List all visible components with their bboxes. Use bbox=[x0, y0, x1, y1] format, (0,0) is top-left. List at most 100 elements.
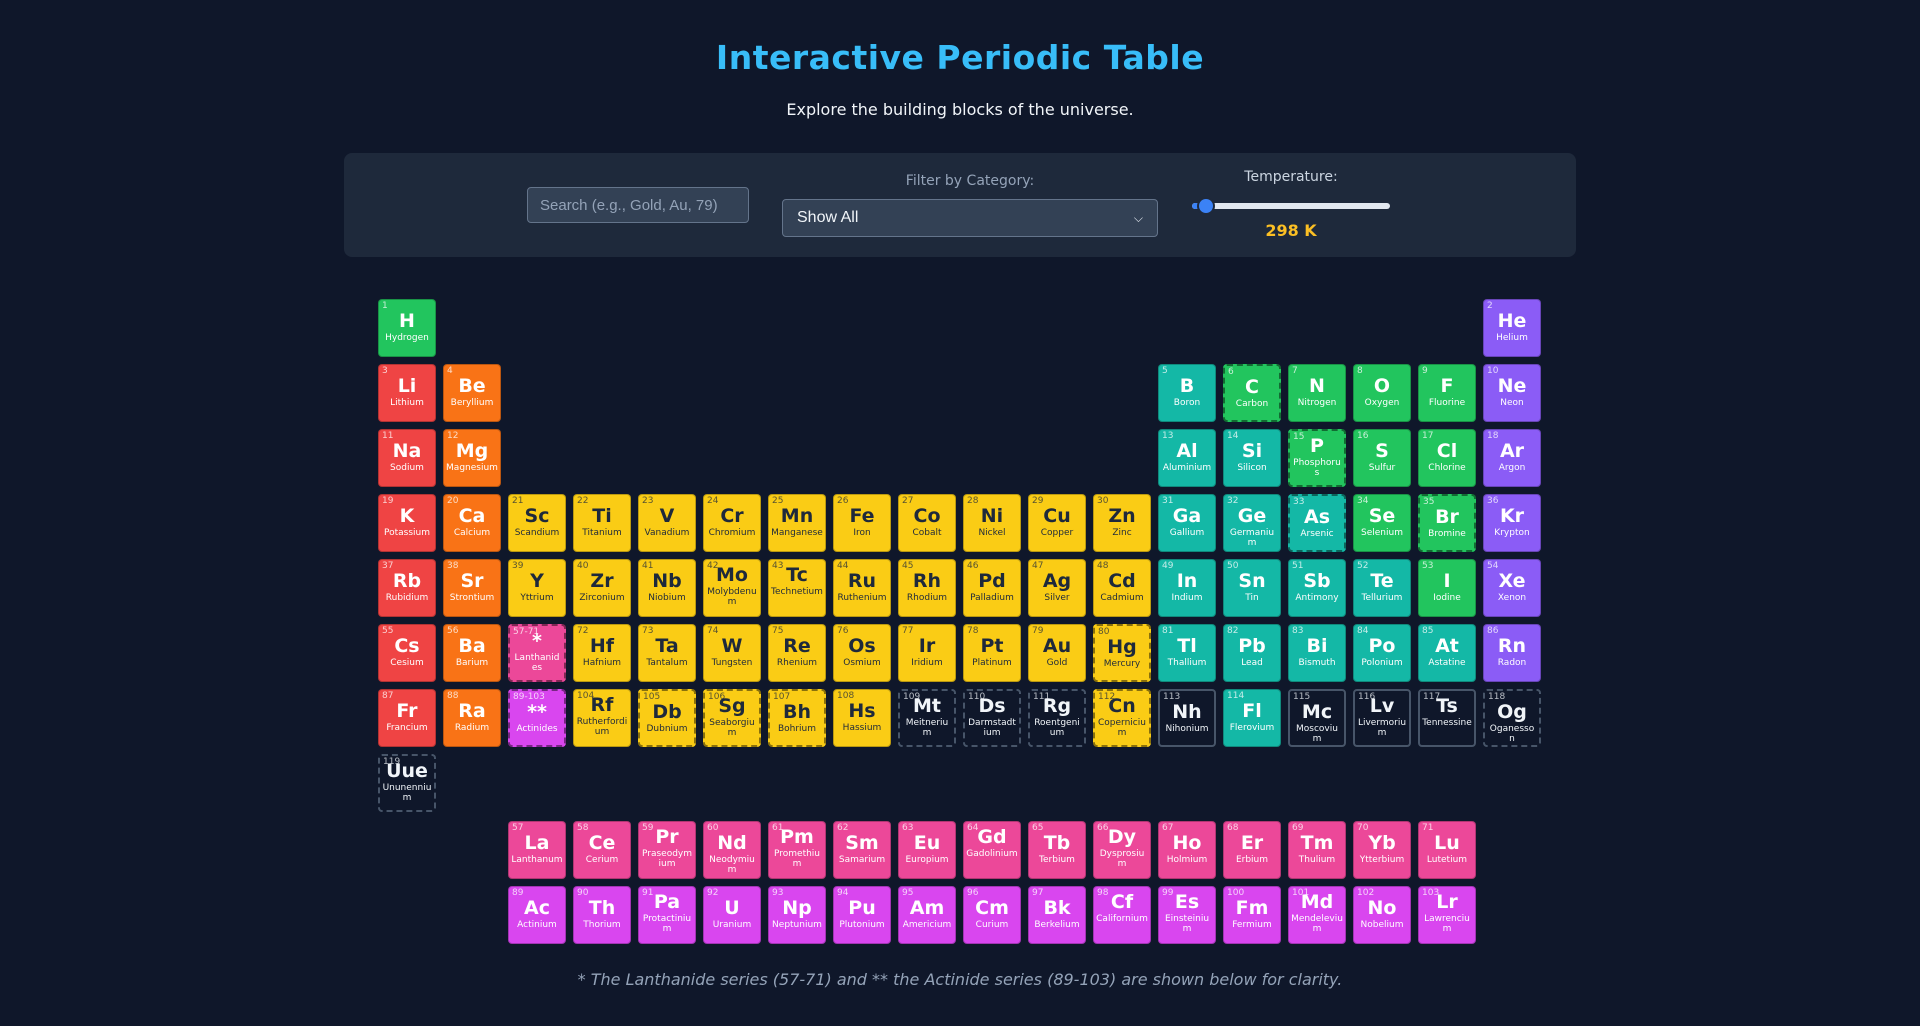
element-tile-pu[interactable]: 94 Pu Plutonium bbox=[833, 886, 891, 944]
element-tile-db[interactable]: 105 Db Dubnium bbox=[638, 689, 696, 747]
element-tile-mo[interactable]: 42 Mo Molybdenum bbox=[703, 559, 761, 617]
element-tile-md[interactable]: 101 Md Mendelevium bbox=[1288, 886, 1346, 944]
element-tile-tm[interactable]: 69 Tm Thulium bbox=[1288, 821, 1346, 879]
element-tile-cl[interactable]: 17 Cl Chlorine bbox=[1418, 429, 1476, 487]
temperature-slider[interactable] bbox=[1192, 199, 1390, 213]
element-tile-b[interactable]: 5 B Boron bbox=[1158, 364, 1216, 422]
element-tile-ts[interactable]: 117 Ts Tennessine bbox=[1418, 689, 1476, 747]
element-tile-nd[interactable]: 60 Nd Neodymium bbox=[703, 821, 761, 879]
element-tile-am[interactable]: 95 Am Americium bbox=[898, 886, 956, 944]
element-tile-hg[interactable]: 80 Hg Mercury bbox=[1093, 624, 1151, 682]
element-tile-mt[interactable]: 109 Mt Meitnerium bbox=[898, 689, 956, 747]
element-tile-fl[interactable]: 114 Fl Flerovium bbox=[1223, 689, 1281, 747]
element-tile-p[interactable]: 15 P Phosphorus bbox=[1288, 429, 1346, 487]
element-tile-ce[interactable]: 58 Ce Cerium bbox=[573, 821, 631, 879]
element-tile-lu[interactable]: 71 Lu Lutetium bbox=[1418, 821, 1476, 879]
element-tile-cd[interactable]: 48 Cd Cadmium bbox=[1093, 559, 1151, 617]
element-tile-la[interactable]: 57 La Lanthanum bbox=[508, 821, 566, 879]
element-tile-og[interactable]: 118 Og Oganesson bbox=[1483, 689, 1541, 747]
element-tile-tb[interactable]: 65 Tb Terbium bbox=[1028, 821, 1086, 879]
element-tile-kr[interactable]: 36 Kr Krypton bbox=[1483, 494, 1541, 552]
element-tile-i[interactable]: 53 I Iodine bbox=[1418, 559, 1476, 617]
element-tile-w[interactable]: 74 W Tungsten bbox=[703, 624, 761, 682]
element-tile-gd[interactable]: 64 Gd Gadolinium bbox=[963, 821, 1021, 879]
element-tile-er[interactable]: 68 Er Erbium bbox=[1223, 821, 1281, 879]
element-tile-lr[interactable]: 103 Lr Lawrencium bbox=[1418, 886, 1476, 944]
element-tile-bi[interactable]: 83 Bi Bismuth bbox=[1288, 624, 1346, 682]
element-tile-si[interactable]: 14 Si Silicon bbox=[1223, 429, 1281, 487]
element-tile-bk[interactable]: 97 Bk Berkelium bbox=[1028, 886, 1086, 944]
element-tile-pa[interactable]: 91 Pa Protactinium bbox=[638, 886, 696, 944]
element-tile-ra[interactable]: 88 Ra Radium bbox=[443, 689, 501, 747]
element-tile-au[interactable]: 79 Au Gold bbox=[1028, 624, 1086, 682]
element-tile-na[interactable]: 11 Na Sodium bbox=[378, 429, 436, 487]
element-tile-cn[interactable]: 112 Cn Copernicium bbox=[1093, 689, 1151, 747]
element-tile-k[interactable]: 19 K Potassium bbox=[378, 494, 436, 552]
element-tile-n[interactable]: 7 N Nitrogen bbox=[1288, 364, 1346, 422]
element-tile-rn[interactable]: 86 Rn Radon bbox=[1483, 624, 1541, 682]
element-tile-ho[interactable]: 67 Ho Holmium bbox=[1158, 821, 1216, 879]
element-tile-he[interactable]: 2 He Helium bbox=[1483, 299, 1541, 357]
element-tile-s[interactable]: 16 S Sulfur bbox=[1353, 429, 1411, 487]
element-tile-f[interactable]: 9 F Fluorine bbox=[1418, 364, 1476, 422]
element-tile-cr[interactable]: 24 Cr Chromium bbox=[703, 494, 761, 552]
element-tile-sg[interactable]: 106 Sg Seaborgium bbox=[703, 689, 761, 747]
element-tile-uue[interactable]: 119 Uue Ununennium bbox=[378, 754, 436, 812]
element-tile-sb[interactable]: 51 Sb Antimony bbox=[1288, 559, 1346, 617]
category-filter-select[interactable]: Show All ⌵ bbox=[782, 199, 1158, 237]
element-tile-starstar[interactable]: 89-103 ** Actinides bbox=[508, 689, 566, 747]
element-tile-pr[interactable]: 59 Pr Praseodymium bbox=[638, 821, 696, 879]
element-tile-tc[interactable]: 43 Tc Technetium bbox=[768, 559, 826, 617]
element-tile-y[interactable]: 39 Y Yttrium bbox=[508, 559, 566, 617]
element-tile-li[interactable]: 3 Li Lithium bbox=[378, 364, 436, 422]
element-tile-xe[interactable]: 54 Xe Xenon bbox=[1483, 559, 1541, 617]
element-tile-cm[interactable]: 96 Cm Curium bbox=[963, 886, 1021, 944]
element-tile-be[interactable]: 4 Be Beryllium bbox=[443, 364, 501, 422]
element-tile-ge[interactable]: 32 Ge Germanium bbox=[1223, 494, 1281, 552]
element-tile-rg[interactable]: 111 Rg Roentgenium bbox=[1028, 689, 1086, 747]
element-tile-pm[interactable]: 61 Pm Promethium bbox=[768, 821, 826, 879]
element-tile-in[interactable]: 49 In Indium bbox=[1158, 559, 1216, 617]
element-tile-rf[interactable]: 104 Rf Rutherfordium bbox=[573, 689, 631, 747]
element-tile-pb[interactable]: 82 Pb Lead bbox=[1223, 624, 1281, 682]
element-tile-ne[interactable]: 10 Ne Neon bbox=[1483, 364, 1541, 422]
element-tile-np[interactable]: 93 Np Neptunium bbox=[768, 886, 826, 944]
element-tile-ds[interactable]: 110 Ds Darmstadtium bbox=[963, 689, 1021, 747]
element-tile-th[interactable]: 90 Th Thorium bbox=[573, 886, 631, 944]
element-tile-cf[interactable]: 98 Cf Californium bbox=[1093, 886, 1151, 944]
element-tile-ru[interactable]: 44 Ru Ruthenium bbox=[833, 559, 891, 617]
element-tile-ba[interactable]: 56 Ba Barium bbox=[443, 624, 501, 682]
element-tile-ir[interactable]: 77 Ir Iridium bbox=[898, 624, 956, 682]
element-tile-co[interactable]: 27 Co Cobalt bbox=[898, 494, 956, 552]
element-tile-star[interactable]: 57-71 * Lanthanides bbox=[508, 624, 566, 682]
element-tile-sm[interactable]: 62 Sm Samarium bbox=[833, 821, 891, 879]
slider-thumb[interactable] bbox=[1198, 199, 1213, 213]
element-tile-po[interactable]: 84 Po Polonium bbox=[1353, 624, 1411, 682]
search-input[interactable] bbox=[527, 187, 749, 223]
element-tile-pd[interactable]: 46 Pd Palladium bbox=[963, 559, 1021, 617]
element-tile-al[interactable]: 13 Al Aluminium bbox=[1158, 429, 1216, 487]
element-tile-br[interactable]: 35 Br Bromine bbox=[1418, 494, 1476, 552]
element-tile-mg[interactable]: 12 Mg Magnesium bbox=[443, 429, 501, 487]
element-tile-rh[interactable]: 45 Rh Rhodium bbox=[898, 559, 956, 617]
element-tile-fm[interactable]: 100 Fm Fermium bbox=[1223, 886, 1281, 944]
element-tile-te[interactable]: 52 Te Tellurium bbox=[1353, 559, 1411, 617]
element-tile-ta[interactable]: 73 Ta Tantalum bbox=[638, 624, 696, 682]
element-tile-mn[interactable]: 25 Mn Manganese bbox=[768, 494, 826, 552]
element-tile-bh[interactable]: 107 Bh Bohrium bbox=[768, 689, 826, 747]
element-tile-u[interactable]: 92 U Uranium bbox=[703, 886, 761, 944]
element-tile-h[interactable]: 1 H Hydrogen bbox=[378, 299, 436, 357]
element-tile-cu[interactable]: 29 Cu Copper bbox=[1028, 494, 1086, 552]
element-tile-ag[interactable]: 47 Ag Silver bbox=[1028, 559, 1086, 617]
element-tile-hs[interactable]: 108 Hs Hassium bbox=[833, 689, 891, 747]
element-tile-sn[interactable]: 50 Sn Tin bbox=[1223, 559, 1281, 617]
element-tile-as[interactable]: 33 As Arsenic bbox=[1288, 494, 1346, 552]
element-tile-lv[interactable]: 116 Lv Livermorium bbox=[1353, 689, 1411, 747]
element-tile-fr[interactable]: 87 Fr Francium bbox=[378, 689, 436, 747]
element-tile-ti[interactable]: 22 Ti Titanium bbox=[573, 494, 631, 552]
element-tile-tl[interactable]: 81 Tl Thallium bbox=[1158, 624, 1216, 682]
element-tile-sc[interactable]: 21 Sc Scandium bbox=[508, 494, 566, 552]
element-tile-c[interactable]: 6 C Carbon bbox=[1223, 364, 1281, 422]
element-tile-hf[interactable]: 72 Hf Hafnium bbox=[573, 624, 631, 682]
element-tile-os[interactable]: 76 Os Osmium bbox=[833, 624, 891, 682]
